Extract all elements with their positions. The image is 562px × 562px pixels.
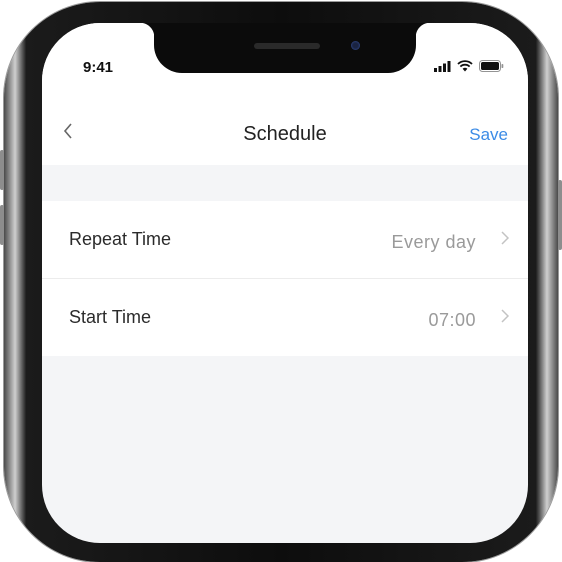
battery-icon (479, 60, 504, 72)
chevron-right-icon (501, 231, 510, 245)
notch (140, 23, 430, 73)
repeat-time-label: Repeat Time (69, 229, 172, 249)
wifi-icon (457, 60, 473, 72)
camera-icon (351, 41, 360, 50)
status-time: 9:41 (83, 59, 114, 76)
settings-list: Repeat Time Every day Start Time 07:00 (42, 201, 528, 356)
signal-icon (434, 60, 451, 72)
nav-bar: Schedule Save (42, 103, 528, 165)
repeat-time-row[interactable]: Repeat Time Every day (42, 201, 528, 278)
power-button (558, 180, 562, 250)
speaker-grille (254, 43, 320, 49)
page-title: Schedule (243, 123, 327, 145)
start-time-label: Start Time (69, 307, 152, 327)
save-button[interactable]: Save (469, 125, 508, 145)
status-icons (434, 60, 504, 72)
volume-button (0, 150, 4, 190)
start-time-value: 07:00 (428, 310, 476, 330)
phone-screen: 9:41 Schedule Save Repeat Time Every day… (42, 23, 528, 543)
repeat-time-value: Every day (391, 232, 476, 252)
start-time-row[interactable]: Start Time 07:00 (42, 278, 528, 356)
chevron-right-icon (501, 309, 510, 323)
volume-button (0, 205, 4, 245)
phone-frame: 9:41 Schedule Save Repeat Time Every day… (4, 2, 558, 562)
